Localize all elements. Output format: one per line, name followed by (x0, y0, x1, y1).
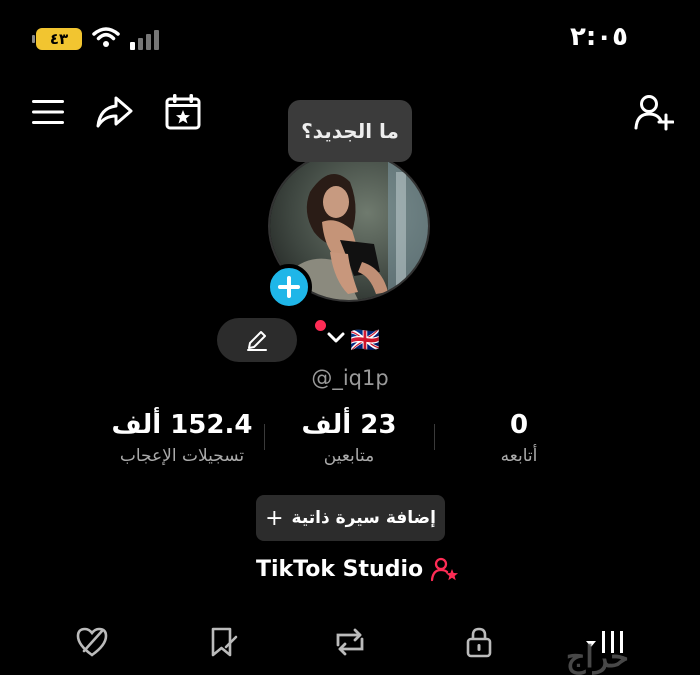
edit-icon (247, 331, 267, 351)
private-lock-icon (466, 627, 492, 658)
add-friend-icon[interactable] (632, 92, 676, 132)
plus-icon (278, 276, 300, 298)
plus-icon: + (265, 505, 284, 531)
following-label: أتابعه (500, 446, 538, 466)
wifi-icon (92, 26, 120, 52)
battery-indicator: ٤٣ (32, 28, 82, 50)
tiktok-studio-label: TikTok Studio (256, 556, 424, 582)
reposts-tab[interactable] (330, 622, 370, 662)
watermark-logo: حراج (566, 640, 629, 675)
saved-icon (211, 627, 238, 657)
username: @_iq1p (311, 366, 389, 390)
chevron-down-icon[interactable] (326, 330, 346, 350)
status-time: ٢:٠٥ (569, 22, 628, 52)
menu-icon[interactable] (28, 94, 68, 130)
private-tab[interactable] (459, 622, 499, 662)
add-story-button[interactable] (266, 264, 312, 310)
following-count: 0 (509, 410, 529, 440)
notification-dot (315, 320, 326, 331)
tiktok-studio-link[interactable]: TikTok Studio (256, 556, 459, 582)
liked-videos-tab[interactable] (72, 622, 112, 662)
add-bio-label: إضافة سيرة ذاتية (291, 508, 436, 528)
signal-icon (130, 30, 159, 50)
creator-star-icon (431, 557, 459, 582)
country-flag: 🇬🇧 (350, 326, 380, 354)
reposts-icon (336, 628, 364, 656)
stat-following[interactable]: 0 أتابعه (419, 410, 619, 466)
liked-videos-icon (76, 627, 108, 657)
edit-profile-button[interactable] (217, 318, 297, 362)
share-icon[interactable] (92, 92, 136, 132)
saved-tab[interactable] (203, 622, 243, 662)
calendar-star-icon[interactable] (162, 92, 204, 132)
add-bio-button[interactable]: إضافة سيرة ذاتية + (256, 495, 445, 541)
whats-new-tooltip[interactable]: ما الجديد؟ (288, 100, 412, 162)
